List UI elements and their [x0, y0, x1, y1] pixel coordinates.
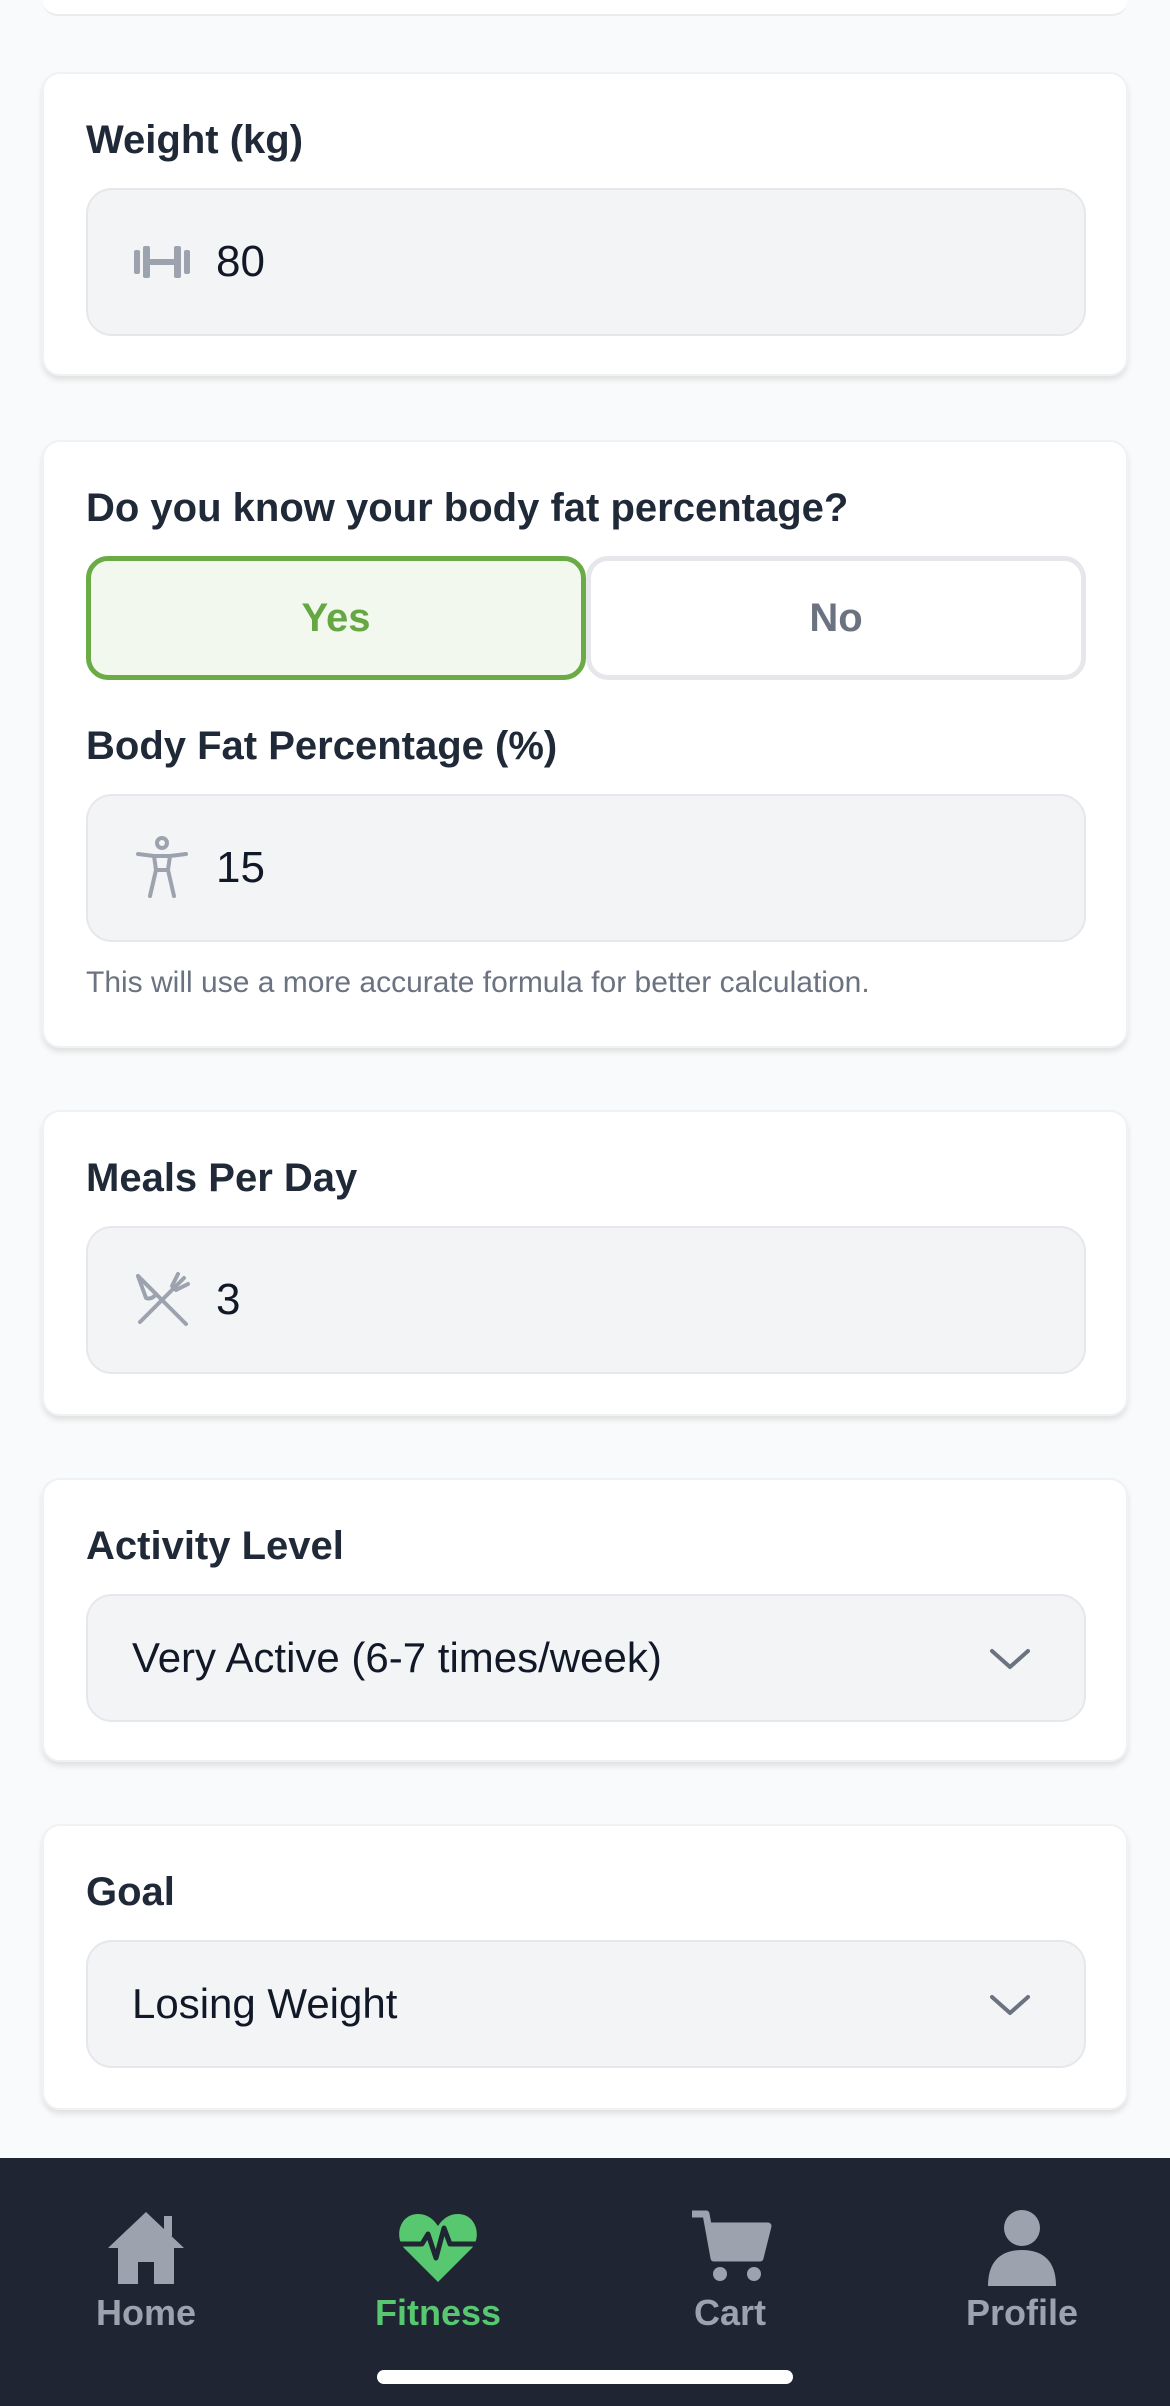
activity-selected-value: Very Active (6-7 times/week) [132, 1634, 662, 1681]
meals-label: Meals Per Day [86, 1156, 358, 1200]
meals-value: 3 [216, 1275, 241, 1324]
heart-pulse-icon [396, 2208, 480, 2286]
weight-input[interactable]: 80 [86, 188, 1086, 336]
body-fat-label: Body Fat Percentage (%) [86, 724, 558, 768]
chevron-down-icon [986, 1989, 1034, 2019]
home-icon [104, 2208, 188, 2286]
weight-label: Weight (kg) [86, 118, 304, 162]
goal-label: Goal [86, 1870, 175, 1914]
nav-item-fitness[interactable]: Fitness [292, 2158, 584, 2358]
home-indicator [377, 2370, 793, 2384]
utensils-icon [132, 1268, 192, 1332]
weight-card: Weight (kg) 80 [42, 72, 1128, 376]
goal-card: Goal Losing Weight [42, 1824, 1128, 2110]
no-button[interactable]: No [586, 556, 1086, 680]
goal-selected-value: Losing Weight [132, 1980, 398, 2027]
meals-card: Meals Per Day 3 [42, 1110, 1128, 1416]
body-fat-helper-text: This will use a more accurate formula fo… [86, 966, 870, 999]
body-fat-value: 15 [216, 843, 265, 892]
person-icon [132, 836, 192, 900]
cart-icon [688, 2208, 772, 2286]
body-fat-card: Do you know your body fat percentage? Ye… [42, 440, 1128, 1048]
nav-item-home[interactable]: Home [0, 2158, 292, 2358]
user-icon [980, 2208, 1064, 2286]
activity-label: Activity Level [86, 1524, 344, 1568]
nav-item-profile[interactable]: Profile [876, 2158, 1168, 2358]
body-fat-input[interactable]: 15 [86, 794, 1086, 942]
nav-label-cart: Cart [693, 2292, 767, 2333]
nav-label-fitness: Fitness [374, 2292, 502, 2333]
body-fat-question-label: Do you know your body fat percentage? [86, 486, 849, 530]
meals-input[interactable]: 3 [86, 1226, 1086, 1374]
nav-item-cart[interactable]: Cart [584, 2158, 876, 2358]
previous-card-edge [42, 0, 1128, 16]
bottom-nav: Home Fitness Cart Profile [0, 2158, 1170, 2406]
activity-card: Activity Level Very Active (6-7 times/we… [42, 1478, 1128, 1762]
chevron-down-icon [986, 1643, 1034, 1673]
nav-label-profile: Profile [965, 2292, 1079, 2333]
dumbbell-icon [132, 230, 192, 294]
yes-button[interactable]: Yes [86, 556, 586, 680]
goal-select[interactable]: Losing Weight [86, 1940, 1086, 2068]
weight-value: 80 [216, 237, 265, 286]
nav-label-home: Home [95, 2292, 197, 2333]
activity-select[interactable]: Very Active (6-7 times/week) [86, 1594, 1086, 1722]
